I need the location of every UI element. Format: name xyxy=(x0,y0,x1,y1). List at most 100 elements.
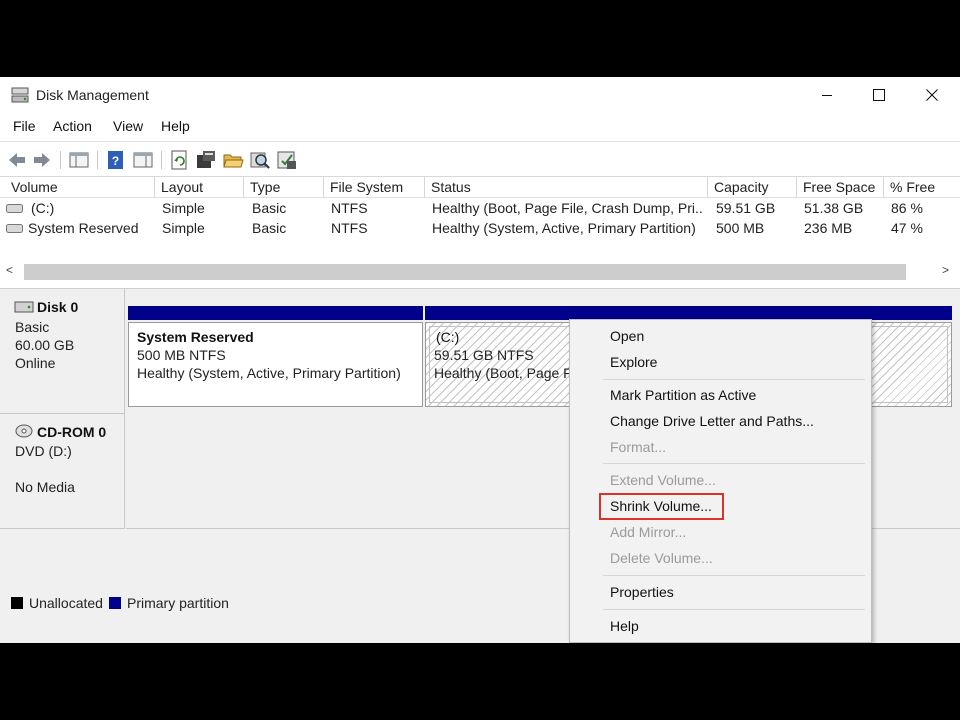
cell-percent-free: 47 % xyxy=(891,220,923,236)
find-icon[interactable] xyxy=(249,149,271,171)
hard-disk-icon xyxy=(14,301,34,313)
toolbar-separator xyxy=(161,151,162,169)
volume-list-header: Volume Layout Type File System Status Ca… xyxy=(0,177,960,198)
partition-status: Healthy (System, Active, Primary Partiti… xyxy=(137,365,401,381)
menu-item-mark-active[interactable]: Mark Partition as Active xyxy=(610,387,756,403)
volume-icon xyxy=(6,204,23,213)
disk-management-icon xyxy=(11,87,29,103)
minimize-icon xyxy=(822,95,832,96)
toolbar: ? xyxy=(0,141,960,177)
disk-status: No Media xyxy=(15,479,75,495)
legend-swatch-primary xyxy=(109,597,121,609)
cell-volume: (C:) xyxy=(31,200,55,216)
menu-item-change-drive-letter[interactable]: Change Drive Letter and Paths... xyxy=(610,413,814,429)
legend-swatch-unallocated xyxy=(11,597,23,609)
disk-settings-icon[interactable] xyxy=(276,149,298,171)
legend-label-unallocated: Unallocated xyxy=(29,595,103,611)
partition-size: 59.51 GB NTFS xyxy=(434,347,534,363)
cdrom-0-label[interactable]: CD-ROM 0 DVD (D:) No Media xyxy=(0,414,125,529)
column-header-type[interactable]: Type xyxy=(244,177,324,198)
cell-layout: Simple xyxy=(162,220,205,236)
cell-status: Healthy (Boot, Page File, Crash Dump, Pr… xyxy=(432,200,704,216)
cell-capacity: 500 MB xyxy=(716,220,765,236)
menu-item-extend-volume[interactable]: Extend Volume... xyxy=(610,472,716,488)
partition-size: 500 MB NTFS xyxy=(137,347,226,363)
disk-type: Basic xyxy=(15,319,50,335)
menu-help[interactable]: Help xyxy=(161,118,190,134)
menu-view[interactable]: View xyxy=(113,118,143,134)
cell-percent-free: 86 % xyxy=(891,200,923,216)
disk-name: CD-ROM 0 xyxy=(37,424,107,440)
disk-0-label[interactable]: Disk 0 Basic 60.00 GB Online xyxy=(0,289,125,414)
disk-type: DVD (D:) xyxy=(15,443,72,459)
menu-item-explore[interactable]: Explore xyxy=(610,354,657,370)
help-icon[interactable]: ? xyxy=(105,149,127,171)
close-icon xyxy=(926,89,938,101)
cell-file-system: NTFS xyxy=(331,200,368,216)
legend-label-primary: Primary partition xyxy=(127,595,229,611)
cell-volume: System Reserved xyxy=(28,220,139,236)
partition-bar xyxy=(425,306,952,320)
menu-item-open[interactable]: Open xyxy=(610,328,644,344)
window-title: Disk Management xyxy=(36,87,149,103)
cell-type: Basic xyxy=(252,200,287,216)
properties-icon[interactable] xyxy=(195,149,217,171)
menu-separator xyxy=(603,379,865,380)
menu-item-help[interactable]: Help xyxy=(610,618,639,634)
refresh-icon[interactable] xyxy=(168,149,190,171)
menu-item-add-mirror[interactable]: Add Mirror... xyxy=(610,524,686,540)
column-header-free-space[interactable]: Free Space xyxy=(797,177,884,198)
action-pane-icon[interactable] xyxy=(132,149,154,171)
column-header-layout[interactable]: Layout xyxy=(155,177,244,198)
menu-item-shrink-volume[interactable]: Shrink Volume... xyxy=(610,498,712,514)
cell-capacity: 59.51 GB xyxy=(716,200,776,216)
show-hide-console-tree-icon[interactable] xyxy=(68,149,90,171)
disk-size: 60.00 GB xyxy=(15,337,75,353)
menu-file[interactable]: File xyxy=(13,118,36,134)
partition-title: (C:) xyxy=(436,329,460,345)
cell-free-space: 51.38 GB xyxy=(804,200,864,216)
column-header-file-system[interactable]: File System xyxy=(324,177,425,198)
title-bar: Disk Management xyxy=(0,77,960,113)
column-header-percent-free[interactable]: % Free xyxy=(884,177,960,198)
column-header-status[interactable]: Status xyxy=(425,177,708,198)
partition-bar xyxy=(128,306,423,320)
partition-status: Healthy (Boot, Page F xyxy=(434,365,572,381)
open-folder-icon[interactable] xyxy=(222,149,244,171)
column-header-capacity[interactable]: Capacity xyxy=(708,177,797,198)
partition-title: System Reserved xyxy=(137,329,254,345)
menu-item-properties[interactable]: Properties xyxy=(610,584,674,600)
forward-arrow-icon[interactable] xyxy=(31,149,53,171)
cell-status: Healthy (System, Active, Primary Partiti… xyxy=(432,220,696,236)
column-header-volume[interactable]: Volume xyxy=(5,177,155,198)
toolbar-separator xyxy=(60,151,61,169)
context-menu: Open Explore Mark Partition as Active Ch… xyxy=(569,319,872,643)
table-row[interactable]: (C:) Simple Basic NTFS Healthy (Boot, Pa… xyxy=(0,198,960,218)
cell-layout: Simple xyxy=(162,200,205,216)
scroll-right-button[interactable]: > xyxy=(942,263,949,277)
menu-item-format[interactable]: Format... xyxy=(610,439,666,455)
disk-management-window: Disk Management File Action View Help ? xyxy=(0,77,960,643)
disk-name: Disk 0 xyxy=(37,299,79,315)
maximize-icon xyxy=(873,89,885,101)
menu-bar: File Action View Help xyxy=(0,113,960,141)
menu-item-delete-volume[interactable]: Delete Volume... xyxy=(610,550,713,566)
maximize-button[interactable] xyxy=(852,77,906,113)
disk-status: Online xyxy=(15,355,56,371)
cell-type: Basic xyxy=(252,220,287,236)
scrollbar-thumb[interactable] xyxy=(24,264,906,280)
close-button[interactable] xyxy=(905,77,959,113)
scroll-left-button[interactable]: < xyxy=(6,263,13,277)
cdrom-icon xyxy=(15,424,33,438)
minimize-button[interactable] xyxy=(800,77,854,113)
horizontal-scrollbar[interactable]: < > xyxy=(0,261,960,282)
partition-system-reserved[interactable]: System Reserved 500 MB NTFS Healthy (Sys… xyxy=(128,322,423,407)
menu-action[interactable]: Action xyxy=(53,118,92,134)
back-arrow-icon[interactable] xyxy=(6,149,28,171)
menu-separator xyxy=(603,463,865,464)
table-row[interactable]: System Reserved Simple Basic NTFS Health… xyxy=(0,218,960,238)
menu-separator xyxy=(603,609,865,610)
toolbar-separator xyxy=(97,151,98,169)
volume-icon xyxy=(6,224,23,233)
cell-free-space: 236 MB xyxy=(804,220,853,236)
